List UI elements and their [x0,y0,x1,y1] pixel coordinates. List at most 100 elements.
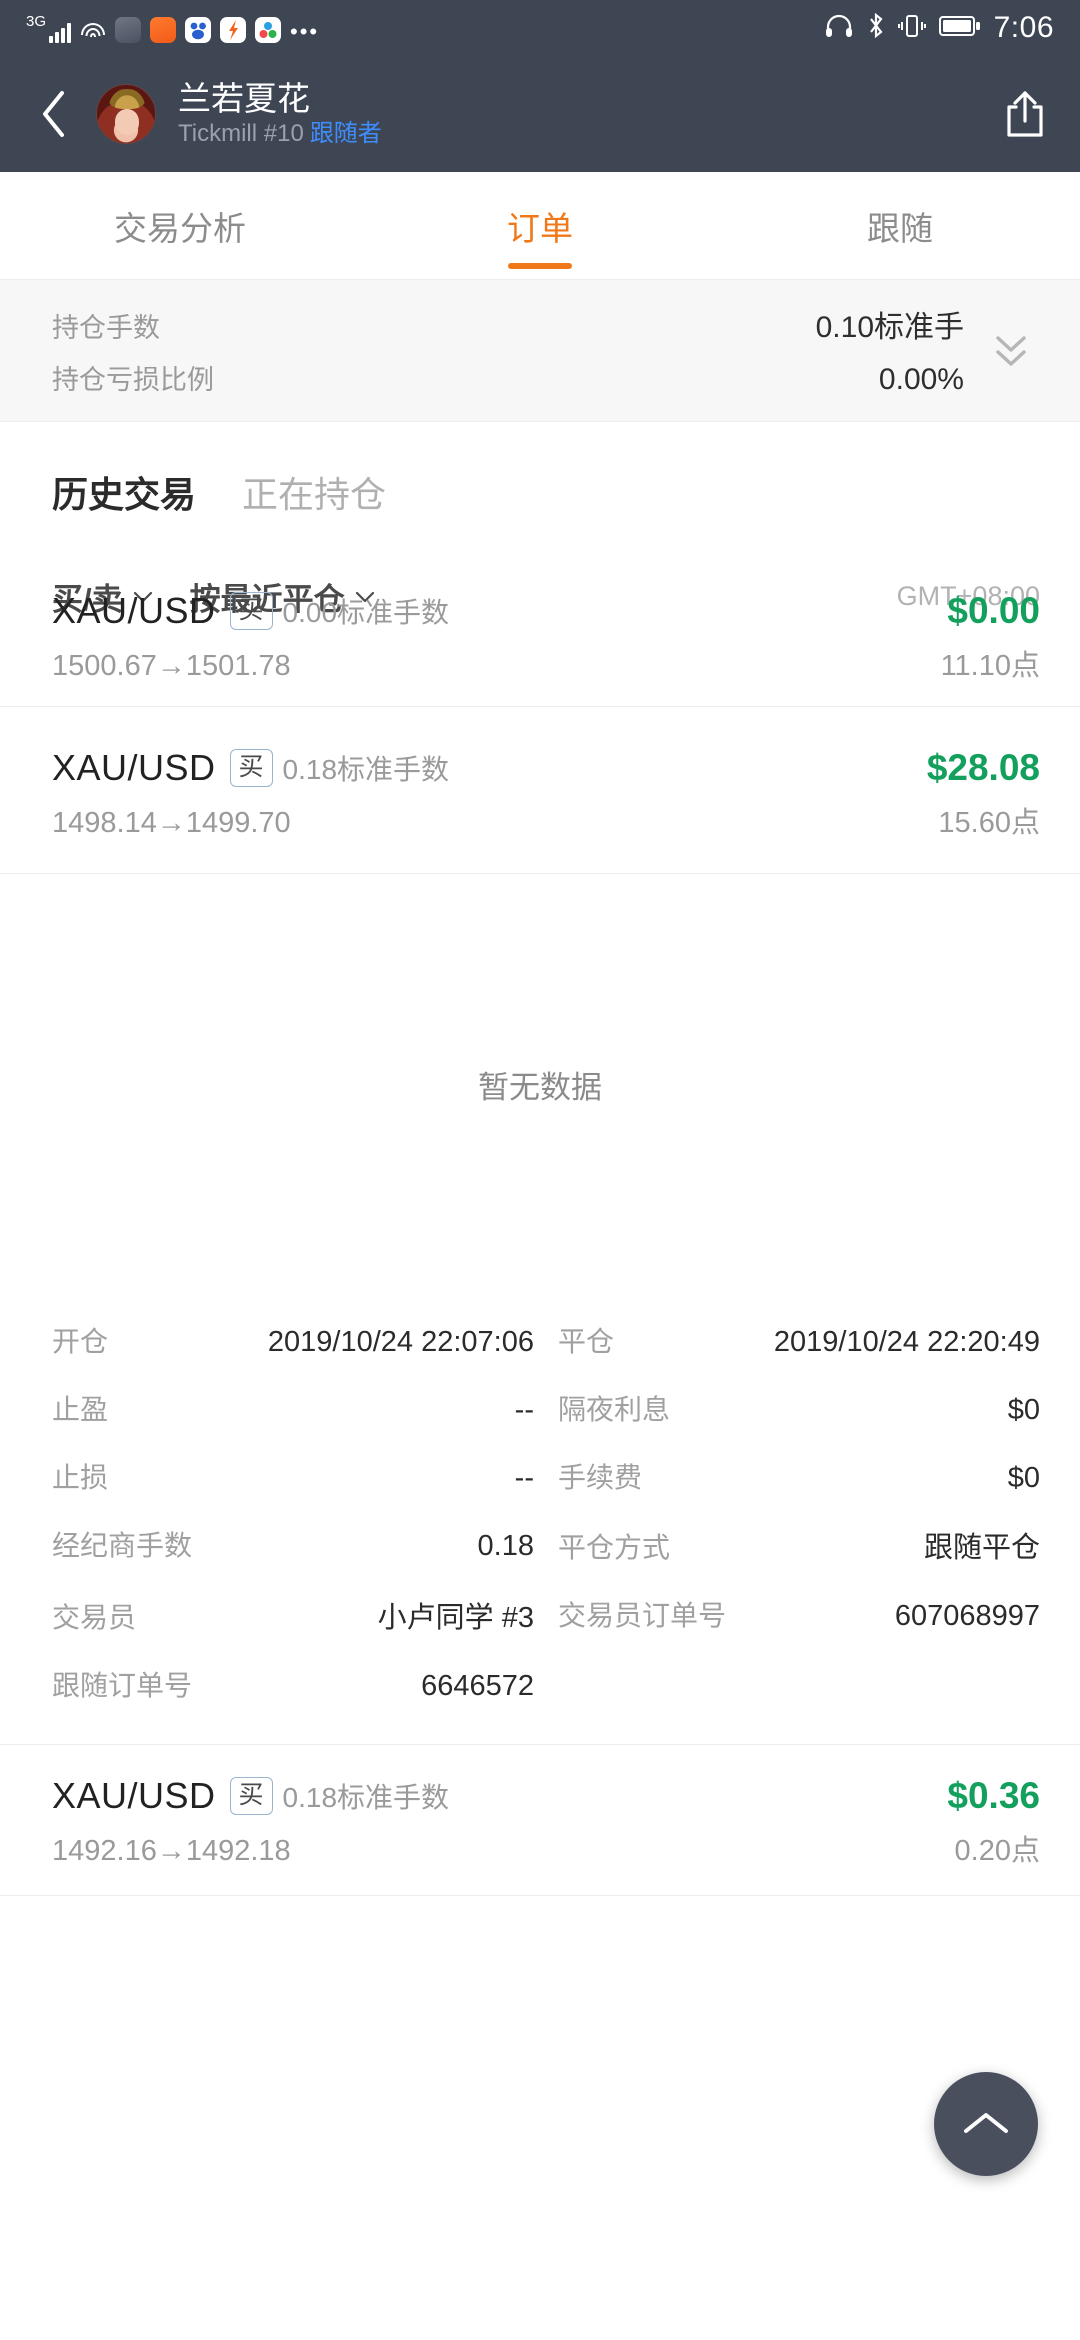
trade-side-badge: 买 [229,749,273,787]
chevron-up-icon [964,2113,1008,2133]
trader-name: 兰若夏花 [178,79,310,117]
detail-cell-trader: 交易员 小卢同学 #3 [52,1580,558,1650]
detail-cell-take-profit: 止盈 -- [52,1374,558,1442]
tab-label: 交易分析 [114,209,246,247]
detail-label: 平仓 [558,1326,615,1357]
detail-label: 开仓 [52,1326,109,1357]
chevron-left-icon [43,91,64,137]
summary-row-loss-ratio: 持仓亏损比例 0.00% [52,358,964,397]
trade-prices: 1500.67→1501.78 [52,650,291,682]
detail-cell-follow-order-id: 跟随订单号 6646572 [52,1650,558,1718]
detail-cell-trader-order-id: 交易员订单号 607068997 [558,1580,1040,1650]
tab-follow[interactable]: 跟随 [720,172,1080,279]
detail-cell-stop-loss: 止损 -- [52,1442,558,1510]
detail-row: 跟随订单号 6646572 [52,1650,1040,1718]
double-chevron-down-icon [996,335,1026,366]
tab-orders[interactable]: 订单 [360,172,720,279]
detail-label: 平仓方式 [558,1532,671,1563]
trade-pnl: $28.08 [926,747,1040,788]
app-f-icon [220,16,247,43]
avatar[interactable] [96,84,156,144]
app-header: 兰若夏花 Tickmill #10 跟随者 [0,56,1080,172]
summary-row-lots: 持仓手数 0.10标准手 [52,302,964,346]
detail-value: 607068997 [894,1600,1040,1632]
tab-label: 订单 [507,209,573,247]
share-icon [1007,91,1043,137]
subtab-label: 正在持仓 [242,474,387,515]
summary-value: 0.10标准手 [815,311,964,344]
status-bar: 3G ••• 7:06 [0,0,1080,56]
signal-bars-icon [49,21,72,43]
vibrate-icon [897,13,926,44]
trade-row-sub: 1498.14→1499.70 15.60点 [52,799,1040,841]
trade-prices: 1492.16→1492.18 [52,1835,291,1867]
detail-value: 2019/10/24 22:20:49 [773,1326,1040,1358]
subtab-history[interactable]: 历史交易 [52,466,196,518]
tab-trade-analysis[interactable]: 交易分析 [0,172,360,279]
trade-lots: 0.18标准手数 [282,754,450,785]
tab-label: 跟随 [867,209,933,247]
detail-cell-open-time: 开仓 2019/10/24 22:07:06 [52,1306,558,1374]
trade-pnl: $0.36 [947,1775,1040,1816]
summary-rows: 持仓手数 0.10标准手 持仓亏损比例 0.00% [52,302,964,397]
detail-row: 止盈 -- 隔夜利息 $0 [52,1374,1040,1442]
detail-value: 6646572 [421,1670,534,1702]
detail-value: $0 [1007,1462,1040,1494]
detail-value: 跟随平仓 [923,1532,1040,1564]
trade-pips: 11.10点 [940,650,1040,682]
detail-value: 小卢同学 #3 [377,1602,534,1634]
table-row[interactable]: XAU/USD 买 0.18标准手数 $28.08 1498.14→1499.7… [0,707,1080,874]
network-type-label: 3G [26,12,47,30]
battery-icon [938,14,981,43]
share-button[interactable] [994,83,1056,145]
back-button[interactable] [24,84,84,144]
trade-pips: 15.60点 [938,807,1040,839]
trade-lots: 0.18标准手数 [282,1782,450,1813]
summary-label: 持仓亏损比例 [52,365,214,395]
status-bar-left: 3G ••• [26,14,824,43]
detail-cell-commission: 手续费 $0 [558,1442,1040,1510]
uc-browser-icon [115,16,142,43]
status-bar-right: 7:06 [824,11,1054,45]
role-badge: 跟随者 [309,119,382,147]
broker-account-label: Tickmill #10 [178,119,304,147]
wifi-icon [80,21,106,43]
position-summary-panel[interactable]: 持仓手数 0.10标准手 持仓亏损比例 0.00% [0,280,1080,422]
trade-row-main: XAU/USD 买 0.00标准手数 $0.00 [52,590,1040,632]
trade-symbol: XAU/USD [52,747,216,788]
baidu-icon [185,16,212,43]
summary-value: 0.00% [878,363,964,396]
trade-row-main: XAU/USD 买 0.18标准手数 $28.08 [52,747,1040,789]
detail-row: 交易员 小卢同学 #3 交易员订单号 607068997 [52,1580,1040,1650]
trade-row-main: XAU/USD 买 0.18标准手数 $0.36 [52,1775,1040,1817]
overflow-dots-icon: ••• [290,18,320,44]
trade-detail-panel: 开仓 2019/10/24 22:07:06 平仓 2019/10/24 22:… [0,1294,1080,1744]
subtab-label: 历史交易 [52,474,197,515]
detail-label: 止损 [52,1462,109,1493]
trade-side-badge: 买 [229,592,273,630]
trade-pips: 0.20点 [954,1835,1040,1867]
expand-summary-button[interactable] [978,328,1044,372]
scroll-to-top-button[interactable] [934,2072,1038,2176]
table-row[interactable]: XAU/USD 买 0.18标准手数 $0.36 1492.16→1492.18… [0,1744,1080,1896]
subtab-open-positions[interactable]: 正在持仓 [242,466,386,518]
detail-value: -- [514,1394,534,1426]
status-bar-clock: 7:06 [993,11,1054,44]
header-title-block: 兰若夏花 Tickmill #10 跟随者 [178,79,994,148]
alipay-icon [150,16,177,43]
empty-state-text: 暂无数据 [478,1069,602,1105]
trade-list: XAU/USD 买 0.00标准手数 $0.00 1500.67→1501.78… [0,590,1080,1896]
trade-pnl: $0.00 [947,590,1040,631]
detail-value: 0.18 [477,1530,534,1562]
detail-value: 2019/10/24 22:07:06 [267,1326,534,1358]
order-subtabs: 历史交易 正在持仓 [0,422,1080,558]
detail-row: 经纪商手数 0.18 平仓方式 跟随平仓 [52,1510,1040,1580]
trade-symbol: XAU/USD [52,590,216,631]
detail-label: 交易员 [52,1602,137,1633]
detail-cell-swap: 隔夜利息 $0 [558,1374,1040,1442]
detail-label: 交易员订单号 [558,1600,727,1631]
trade-symbol: XAU/USD [52,1775,216,1816]
detail-label: 手续费 [558,1462,643,1493]
detail-label: 跟随订单号 [52,1670,193,1701]
trade-row-sub: 1492.16→1492.18 0.20点 [52,1827,1040,1869]
